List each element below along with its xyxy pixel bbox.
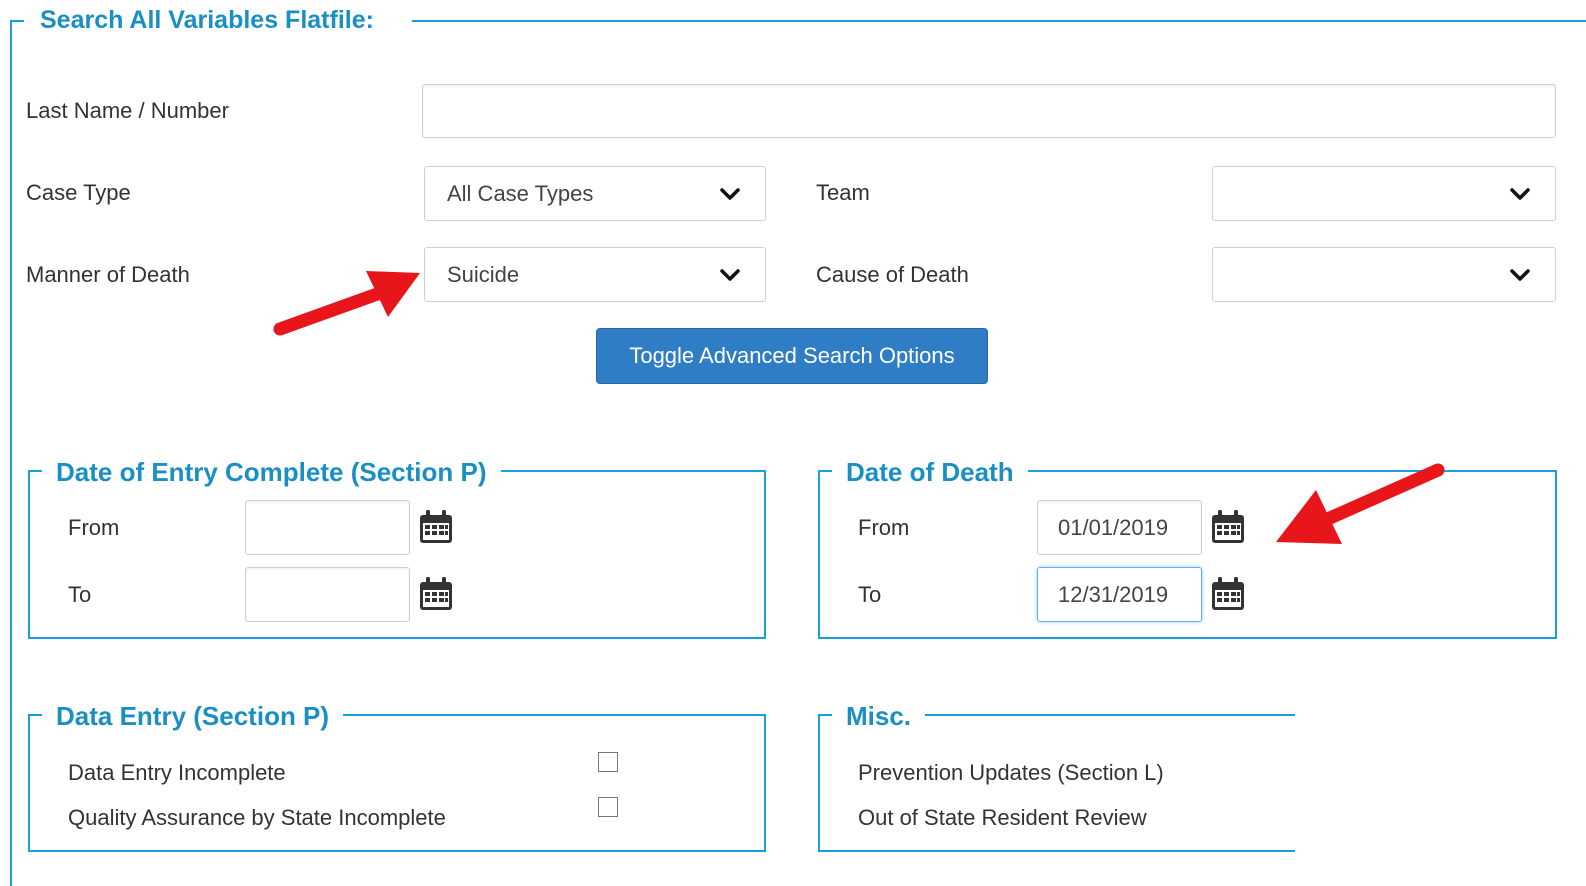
team-label: Team	[816, 180, 870, 205]
form-title: Search All Variables Flatfile:	[40, 6, 374, 34]
chevron-down-icon	[1510, 187, 1530, 200]
case-type-value: All Case Types	[447, 180, 594, 206]
entry-from-label: From	[68, 515, 120, 540]
chevron-down-icon	[720, 268, 740, 281]
outer-fieldset-border	[10, 20, 12, 886]
entry-from-input[interactable]	[245, 500, 410, 555]
misc-fieldset-border-left	[818, 714, 820, 852]
calendar-icon[interactable]	[418, 509, 454, 545]
outer-fieldset-border-top-right	[412, 20, 1586, 22]
date-of-entry-title: Date of Entry Complete (Section P)	[42, 458, 501, 486]
toggle-advanced-search-button[interactable]: Toggle Advanced Search Options	[596, 328, 988, 384]
calendar-icon[interactable]	[1210, 509, 1246, 545]
last-name-input[interactable]	[422, 84, 1556, 138]
data-entry-incomplete-label: Data Entry Incomplete	[68, 760, 286, 785]
case-type-label: Case Type	[26, 180, 131, 205]
manner-of-death-select[interactable]: Suicide	[424, 247, 766, 302]
cause-of-death-label: Cause of Death	[816, 262, 969, 287]
last-name-label: Last Name / Number	[26, 98, 229, 123]
chevron-down-icon	[720, 187, 740, 200]
death-to-label: To	[858, 582, 882, 607]
manner-of-death-label: Manner of Death	[26, 262, 190, 287]
death-to-input[interactable]: 12/31/2019	[1037, 567, 1202, 622]
red-arrow-annotation	[1276, 463, 1445, 544]
entry-to-label: To	[68, 582, 92, 607]
misc-title: Misc.	[832, 702, 926, 730]
misc-fieldset-border-bottom	[818, 850, 1295, 852]
case-type-select[interactable]: All Case Types	[424, 166, 766, 221]
team-select[interactable]	[1212, 166, 1556, 221]
cause-of-death-select[interactable]	[1212, 247, 1556, 302]
calendar-icon[interactable]	[1210, 576, 1246, 612]
calendar-icon[interactable]	[418, 576, 454, 612]
entry-to-input[interactable]	[245, 567, 410, 622]
prevention-updates-label[interactable]: Prevention Updates (Section L)	[858, 760, 1164, 786]
death-from-label: From	[858, 515, 910, 540]
outer-fieldset-border-top	[10, 20, 24, 22]
red-arrow-annotation	[273, 271, 420, 336]
data-entry-title: Data Entry (Section P)	[42, 702, 344, 730]
death-from-input[interactable]: 01/01/2019	[1037, 500, 1202, 555]
data-entry-incomplete-checkbox[interactable]	[598, 752, 618, 772]
chevron-down-icon	[1510, 268, 1530, 281]
manner-of-death-value: Suicide	[447, 261, 520, 287]
quality-assurance-label: Quality Assurance by State Incomplete	[68, 805, 446, 830]
quality-assurance-checkbox[interactable]	[598, 797, 618, 817]
out-of-state-review-label[interactable]: Out of State Resident Review	[858, 805, 1147, 831]
date-of-death-title: Date of Death	[832, 458, 1028, 486]
